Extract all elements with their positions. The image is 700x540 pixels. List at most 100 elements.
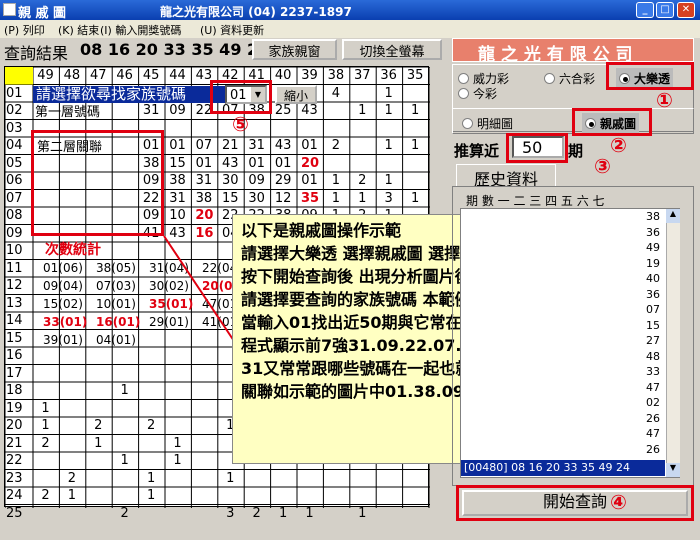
stats-value: 10(01)	[96, 297, 136, 311]
row-label: 21	[6, 435, 23, 451]
row-label: 16	[6, 348, 23, 363]
grid-value: 1	[410, 190, 420, 206]
grid-value: 2	[41, 435, 50, 451]
row-label: 18	[6, 383, 23, 398]
column-label: 46	[116, 68, 133, 83]
marker-5: ⑤	[232, 112, 249, 136]
grid-value: 1	[41, 418, 50, 433]
highlight-period	[506, 133, 568, 163]
grid-value: 1	[331, 190, 341, 206]
layer2-value: 21	[222, 138, 239, 153]
control-panel: 龍 之 光 有 限 公 司 威力彩 六合彩 大樂透 今彩 ① 明細圖 親戚圖 ②…	[448, 38, 700, 540]
grid-value: 1	[384, 103, 393, 118]
row-label: 15	[6, 330, 23, 346]
family-window-button[interactable]: 家族親窗	[252, 39, 337, 60]
row-label: 25	[6, 505, 23, 521]
close-button[interactable]: ✕	[677, 2, 695, 18]
row-label: 10	[6, 243, 23, 258]
grid-value: 2	[41, 488, 50, 503]
layer2-value: 07	[195, 138, 213, 153]
grid-value: 2	[94, 418, 103, 433]
highlight-layer2-box	[31, 130, 164, 236]
menu-input-numbers[interactable]: (I) 輸入開獎號碼	[100, 22, 181, 38]
window-title: 親 戚 圖	[18, 6, 67, 21]
grid-value: 1	[384, 173, 393, 188]
layer2-value: 30	[222, 173, 239, 188]
row-label: 12	[6, 278, 23, 293]
maximize-button[interactable]: □	[656, 2, 674, 18]
layer2-value: 01	[195, 155, 213, 171]
stats-value: 07(03)	[96, 279, 136, 293]
column-label: 48	[63, 68, 81, 83]
stats-value: 09(04)	[43, 279, 83, 293]
history-number: 36	[646, 287, 660, 301]
column-label: 39	[301, 68, 318, 83]
history-number: 33	[646, 365, 660, 378]
grid-value: 1	[173, 453, 182, 468]
column-label: 36	[380, 68, 397, 83]
stats-value: 33(01)	[43, 315, 88, 329]
column-label: 45	[142, 68, 160, 83]
result-numbers: 08 16 20 33 35 49 24	[80, 40, 270, 59]
highlight-view	[572, 108, 652, 136]
row-label: 06	[6, 173, 23, 188]
highlight-game	[606, 62, 694, 90]
grid-value: 1	[41, 400, 50, 416]
menu-data-update[interactable]: (U) 資料更新	[200, 22, 264, 38]
layer1-label: 第一層號碼	[35, 105, 101, 120]
history-number: 40	[646, 272, 660, 285]
grid-value: 2	[146, 418, 156, 433]
grid-value: 3	[384, 190, 393, 206]
row-label: 05	[6, 155, 23, 171]
row-label: 23	[6, 470, 23, 486]
column-label: 47	[90, 68, 107, 83]
radio-liuhe[interactable]: 六合彩	[544, 70, 595, 87]
scroll-down-icon[interactable]: ▼	[666, 463, 680, 477]
layer2-value: 31	[195, 173, 213, 188]
layer2-value: 12	[274, 190, 292, 206]
column-label: 44	[169, 68, 186, 83]
period-unit: 期	[568, 142, 584, 160]
radio-jincai[interactable]: 今彩	[458, 85, 497, 102]
menu-exit[interactable]: (K) 結束	[58, 22, 99, 38]
highlight-select-box	[210, 80, 272, 114]
stats-value: 15(02)	[43, 297, 83, 311]
grid-value: 1	[146, 488, 156, 503]
stats-value: 04(01)	[96, 333, 136, 347]
stats-value: 35(01)	[149, 297, 194, 311]
grid-value: 1	[226, 470, 235, 486]
grid-value: 3	[226, 505, 235, 521]
grid-value: 2	[358, 173, 367, 188]
history-row-text: [00480] 08 16 20 33 35 49 24	[464, 461, 631, 474]
menu-print[interactable]: (P) 列印	[4, 22, 45, 38]
history-number: 15	[646, 318, 660, 332]
layer2-value: 35	[301, 190, 320, 206]
column-label: 40	[274, 68, 292, 83]
grid-value: 1	[120, 383, 129, 398]
stats-label: 次數統計	[45, 242, 101, 258]
row-label: 19	[6, 400, 23, 416]
scroll-up-icon[interactable]: ▲	[666, 209, 680, 223]
row-label: 14	[6, 313, 23, 328]
fullscreen-button[interactable]: 切換全螢幕	[342, 39, 442, 60]
row-label: 07	[6, 190, 23, 206]
grid-value: 2	[120, 505, 129, 521]
grid-value: 1	[120, 453, 129, 468]
history-header: 期 數 一 二 三 四 五 六 七	[466, 194, 605, 208]
title-bar: 親 戚 圖 龍之光有限公司 (04) 2237-1897 _ □ ✕	[0, 0, 700, 21]
stats-value: 30(02)	[149, 279, 189, 293]
layer2-value: 15	[222, 190, 239, 206]
grid-value: 1	[94, 435, 103, 451]
layer1-value: 09	[169, 103, 186, 118]
history-number: 49	[646, 241, 660, 254]
layer2-value: 16	[195, 225, 214, 241]
marker-4: ④	[610, 490, 627, 514]
layer2-value: 31	[169, 190, 186, 206]
scrollbar[interactable]	[666, 209, 680, 477]
radio-detail[interactable]: 明細圖	[462, 115, 513, 132]
minimize-button[interactable]: _	[636, 2, 654, 18]
select-prompt: 請選擇欲尋找家族號碼	[36, 85, 187, 103]
grid-value: 1	[358, 103, 367, 118]
stats-value: 16(01)	[96, 315, 141, 329]
history-number: 19	[646, 256, 660, 270]
